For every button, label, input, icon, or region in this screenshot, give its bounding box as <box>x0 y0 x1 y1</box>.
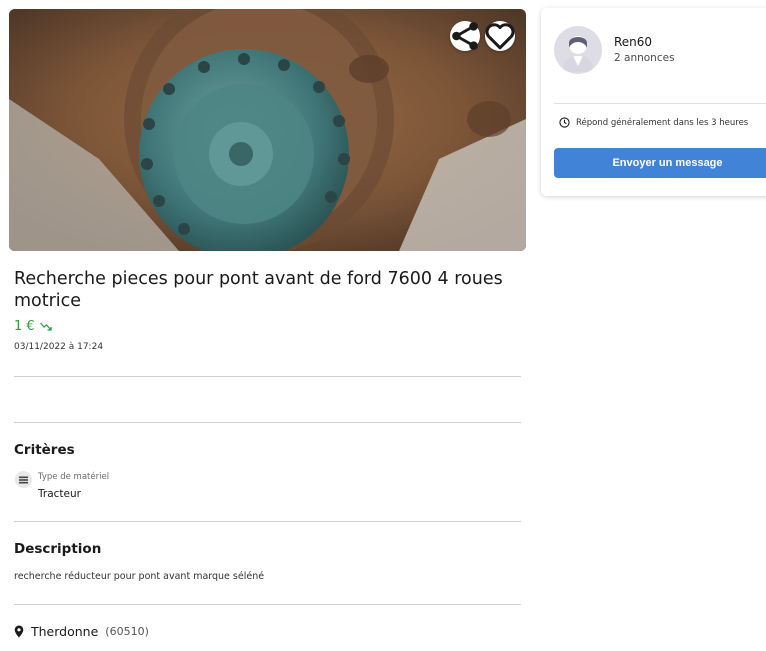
response-time-text: Répond généralement dans les 3 heures <box>576 117 749 128</box>
divider <box>14 422 521 423</box>
divider <box>14 521 521 522</box>
location-zip: (60510) <box>105 625 149 638</box>
trend-down-icon[interactable] <box>39 322 52 331</box>
divider <box>14 376 521 377</box>
clock-icon <box>559 117 570 128</box>
heart-icon <box>485 23 515 50</box>
criteria-value: Tracteur <box>38 488 81 500</box>
listing-photo-image <box>9 9 526 251</box>
share-icon <box>452 22 478 50</box>
price-value: 1 € <box>14 319 35 334</box>
location[interactable]: Therdonne (60510) <box>14 624 149 639</box>
seller-name[interactable]: Ren60 <box>614 35 652 49</box>
listing-title: Recherche pieces pour pont avant de ford… <box>14 269 503 311</box>
description-text: recherche réducteur pour pont avant marq… <box>14 571 265 582</box>
share-button[interactable] <box>450 21 480 51</box>
tractor-icon <box>15 471 32 488</box>
listing-price: 1 € <box>14 319 52 334</box>
avatar[interactable] <box>554 26 602 74</box>
map-pin-icon <box>14 625 24 638</box>
divider <box>14 604 521 605</box>
listing-date: 03/11/2022 à 17:24 <box>14 342 104 352</box>
seller-ads-count[interactable]: 2 annonces <box>614 52 675 64</box>
criteria-label: Type de matériel <box>38 472 110 482</box>
divider <box>554 103 766 104</box>
response-time: Répond généralement dans les 3 heures <box>559 117 748 128</box>
description-heading: Description <box>14 541 102 557</box>
seller-card: Ren60 2 annonces Répond généralement dan… <box>541 8 766 196</box>
listing-photo[interactable] <box>9 9 526 251</box>
criteria-heading: Critères <box>14 442 75 458</box>
send-message-button[interactable]: Envoyer un message <box>554 148 766 178</box>
favorite-button[interactable] <box>485 21 515 51</box>
location-city: Therdonne <box>31 624 99 639</box>
